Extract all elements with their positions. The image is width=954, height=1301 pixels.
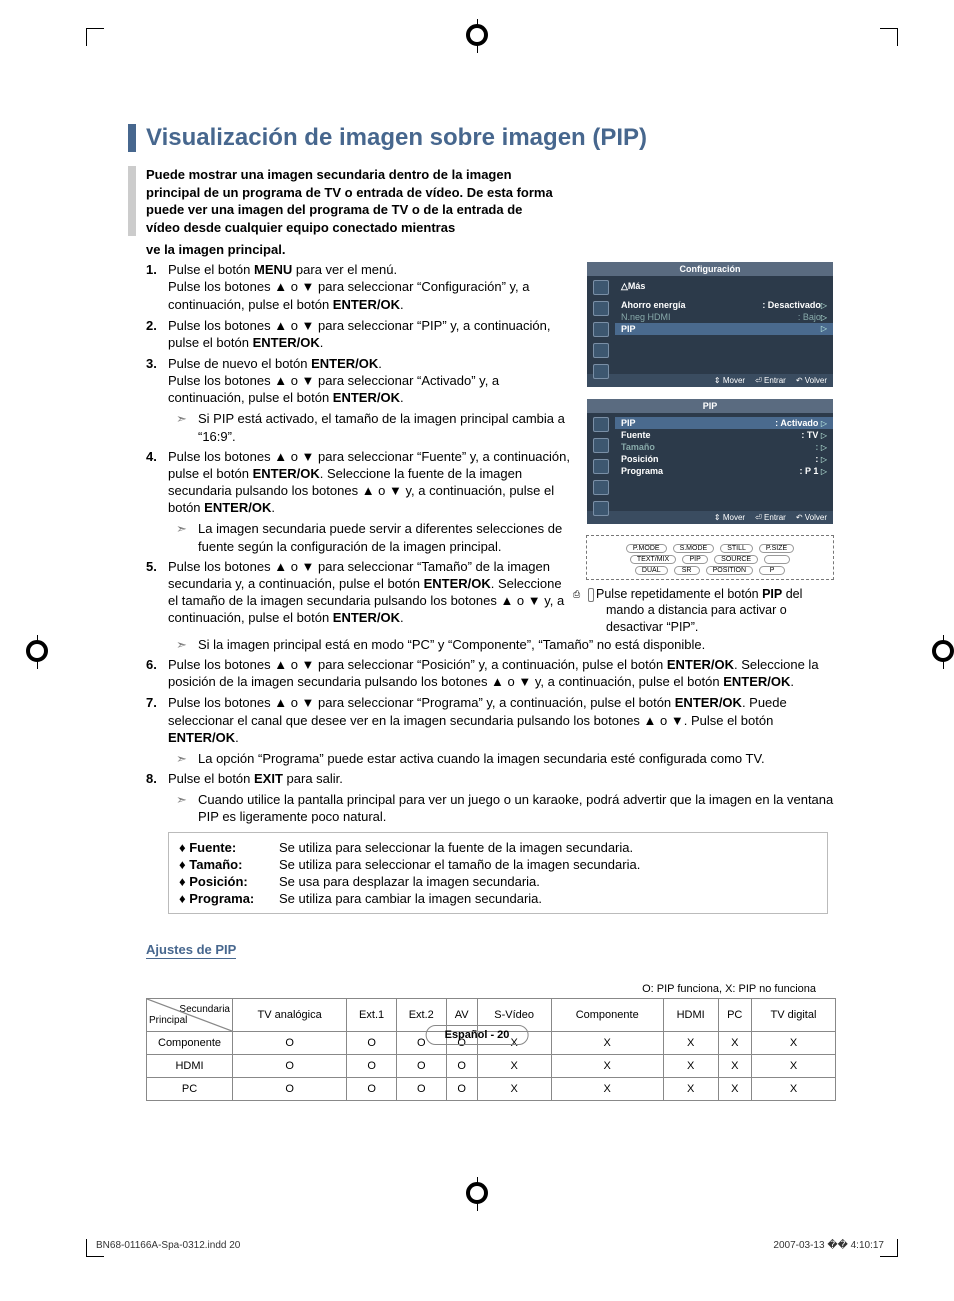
remote-btn: P.SIZE [759,544,794,553]
definition-row: ♦ Programa:Se utiliza para cambiar la im… [179,890,817,907]
osd2-row: Posición: ▷ [621,453,827,465]
step: 6.Pulse los botones ▲ o ▼ para seleccion… [146,656,834,690]
step: 5.Pulse los botones ▲ o ▼ para seleccion… [146,558,574,627]
print-foot-left: BN68-01166A-Spa-0312.indd 20 [96,1240,240,1251]
step: 1.Pulse el botón MENU para ver el menú.P… [146,261,574,312]
osd1-nneg-label: N.neg HDMI [621,312,671,322]
remote-btn: PIP [682,555,708,564]
step: 4.Pulse los botones ▲ o ▼ para seleccion… [146,448,574,517]
osd1-volver: ↶ Volver [796,376,827,385]
osd1-entrar: ⏎ Entrar [755,376,786,385]
osd2-mover: ⇕ Mover [714,513,745,522]
pip-settings-heading: Ajustes de PIP [146,942,236,959]
osd2-volver: ↶ Volver [796,513,827,522]
osd2-title: PIP [587,399,833,413]
note: ➣Si la imagen principal está en modo “PC… [176,636,834,653]
note: ➣La imagen secundaria puede servir a dif… [176,520,574,554]
osd1-nneg-value: : Bajo [798,312,821,322]
osd1-mover: ⇕ Mover [714,376,745,385]
osd1-title: Configuración [587,262,833,276]
remote-btn: P.MODE [626,544,667,553]
definition-row: ♦ Tamaño:Se utiliza para seleccionar el … [179,856,817,873]
step: 7.Pulse los botones ▲ o ▼ para seleccion… [146,694,834,745]
remote-btn: P [759,566,785,575]
definition-row: ♦ Fuente:Se utiliza para seleccionar la … [179,839,817,856]
osd1-ahorro-value: : Desactivado [762,300,821,310]
table-legend: O: PIP funciona, X: PIP no funciona [128,983,816,995]
page-number: Español - 20 [426,1025,529,1045]
osd1-ahorro-label: Ahorro energía [621,300,686,310]
note: ➣Si PIP está activado, el tamaño de la i… [176,410,574,444]
remote-btn: S.MODE [673,544,715,553]
remote-btn: TEXT/MIX [630,555,676,564]
remote-note: ⎙Pulse repetidamente el botón PIP del ma… [586,586,834,635]
definition-row: ♦ Posición:Se usa para desplazar la imag… [179,873,817,890]
print-foot-right: 2007-03-13 �� 4:10:17 [773,1240,884,1251]
intro-text: Puede mostrar una imagen secundaria dent… [128,166,558,236]
remote-diagram: P.MODE S.MODE STILL P.SIZE TEXT/MIX PIP SOURC… [586,535,834,580]
remote-btn: SR [674,566,700,575]
pip-table: SecundariaPrincipalTV analógicaExt.1Ext.… [146,998,836,1101]
osd2-row: Programa: P 1 ▷ [621,465,827,477]
step: 3.Pulse de nuevo el botón ENTER/OK.Pulse… [146,355,574,406]
remote-btn: DUAL [635,566,668,575]
osd-pip: TV PIP PIP: Activado ▷Fuente: TV ▷Tamaño… [586,398,834,525]
osd-configuracion: TV Configuración △Más Ahorro energía: De… [586,261,834,388]
remote-btn: STILL [720,544,753,553]
osd2-row: Tamaño: ▷ [621,441,827,453]
remote-btn: SOURCE [714,555,758,564]
step: 8.Pulse el botón EXIT para salir. [146,770,834,787]
osd2-row: Fuente: TV ▷ [621,429,827,441]
osd1-pip: PIP [621,324,636,334]
remote-btn [764,555,790,564]
osd2-entrar: ⏎ Entrar [755,513,786,522]
remote-btn: POSITION [706,566,753,575]
note: ➣Cuando utilice la pantalla principal pa… [176,791,834,825]
intro-text-2: ve la imagen principal. [146,242,834,257]
page-title: Visualización de imagen sobre imagen (PI… [128,124,834,152]
osd2-row: PIP: Activado ▷ [615,417,833,429]
step: 2.Pulse los botones ▲ o ▼ para seleccion… [146,317,574,351]
osd1-mas: △Más [621,281,645,292]
definitions-box: ♦ Fuente:Se utiliza para seleccionar la … [168,832,828,914]
note: ➣La opción “Programa” puede estar activa… [176,750,834,767]
